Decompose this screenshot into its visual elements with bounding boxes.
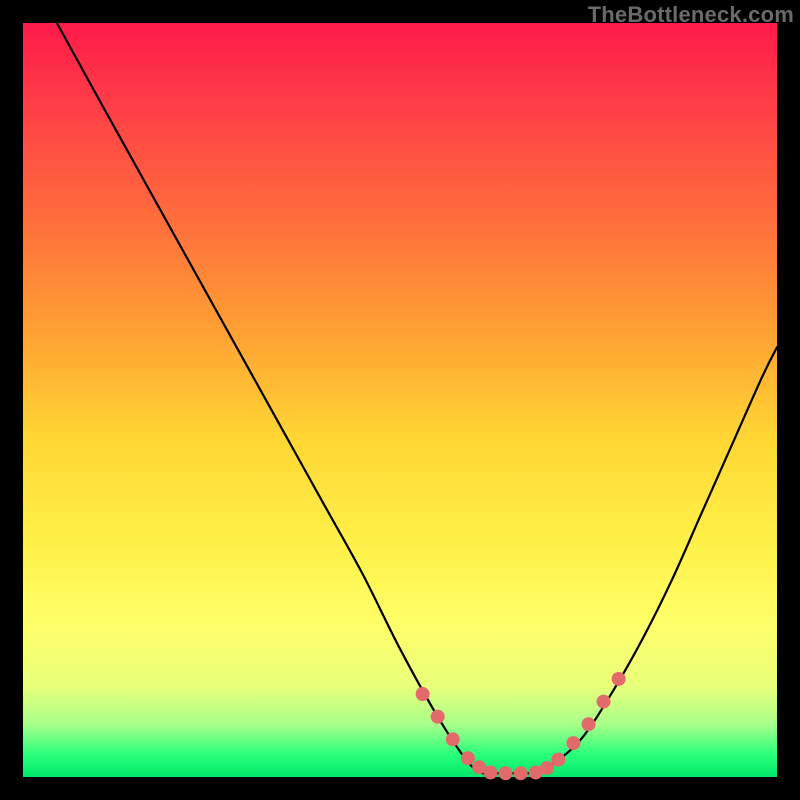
- marker-dot: [446, 732, 460, 746]
- marker-dot: [499, 766, 513, 780]
- marker-dot: [431, 710, 445, 724]
- marker-dot: [566, 736, 580, 750]
- marker-dot: [514, 766, 528, 780]
- curve-layer: [23, 23, 777, 777]
- marker-dot: [483, 765, 497, 779]
- marker-dot: [540, 761, 554, 775]
- marker-dot: [582, 717, 596, 731]
- left-curve-line: [57, 23, 483, 773]
- watermark-text: TheBottleneck.com: [588, 2, 794, 28]
- marker-dot: [612, 672, 626, 686]
- marker-dot: [597, 695, 611, 709]
- marker-dot: [461, 751, 475, 765]
- chart-frame: TheBottleneck.com: [0, 0, 800, 800]
- marker-dot: [551, 753, 565, 767]
- plot-area: [23, 23, 777, 777]
- marker-dots: [416, 672, 626, 780]
- marker-dot: [416, 687, 430, 701]
- right-curve-line: [536, 347, 777, 773]
